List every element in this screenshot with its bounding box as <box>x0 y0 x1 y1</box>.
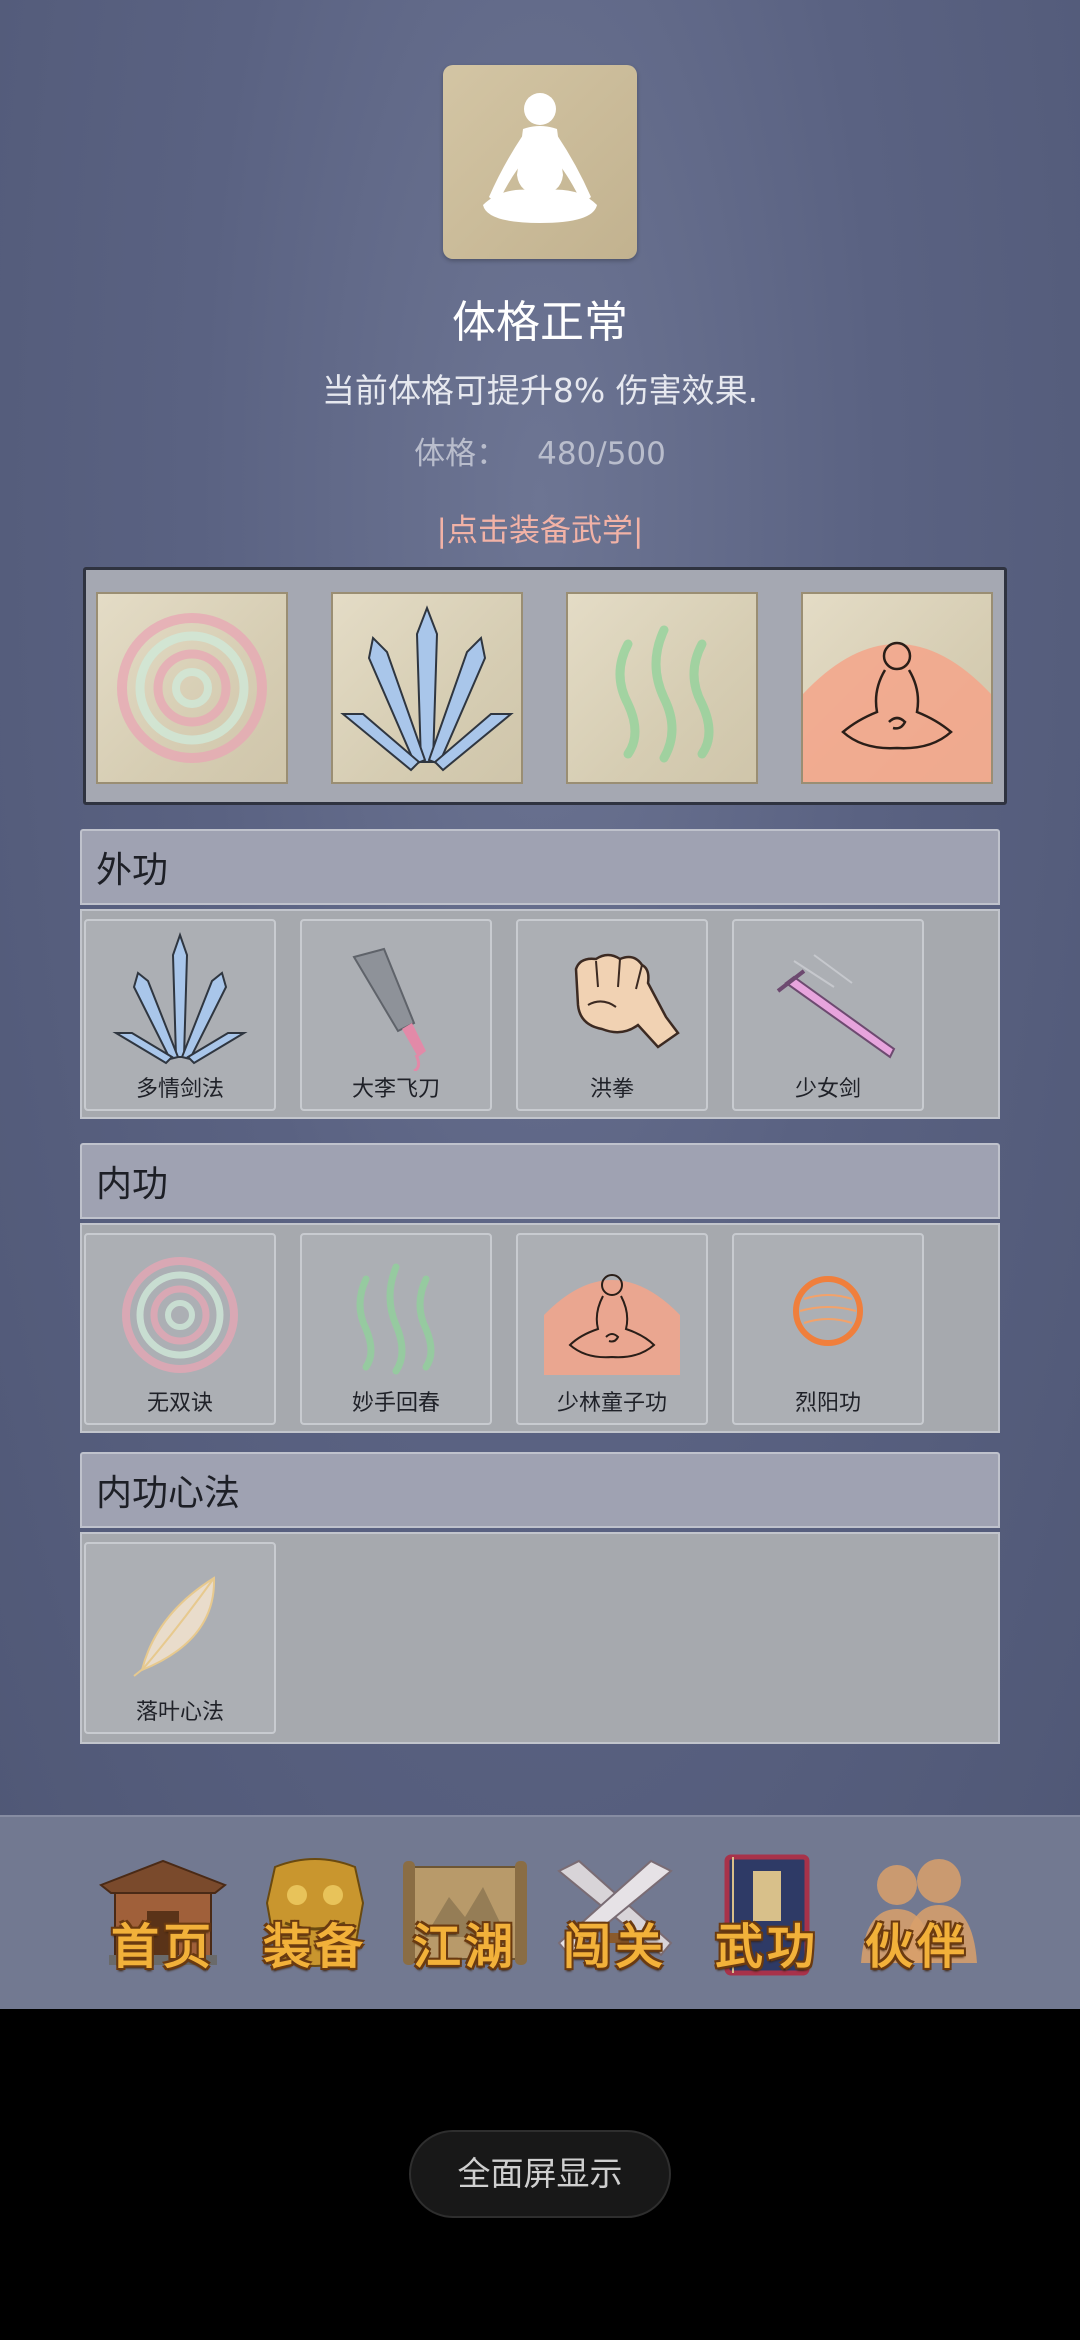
outer-skills-list: 多情剑法 大李飞刀 洪拳 少女剑 <box>80 909 1000 1119</box>
nav-challenge-label: 闯关 <box>562 1919 667 1975</box>
inner-skills-title: 内功 <box>96 1164 169 1205</box>
nav-jianghu[interactable]: 江湖 <box>395 1847 535 1987</box>
flying-knife-icon <box>352 947 426 1071</box>
meditating-monk-icon <box>803 641 991 782</box>
nav-home-label: 首页 <box>110 1919 215 1975</box>
swirl-icon <box>117 613 267 763</box>
equipped-slot-2[interactable] <box>331 592 523 784</box>
skill-label: 少林童子功 <box>556 1391 667 1416</box>
mind-method-header: 内功心法 <box>80 1452 1000 1528</box>
skill-label: 洪拳 <box>589 1077 634 1102</box>
constitution-status-title: 体格正常 <box>452 297 628 348</box>
skill-label: 多情剑法 <box>135 1077 224 1102</box>
nav-equipment-label: 装备 <box>262 1919 367 1975</box>
skill-label: 落叶心法 <box>135 1700 224 1725</box>
skill-card-duoqing-sword[interactable]: 多情剑法 <box>84 919 276 1111</box>
skill-card-lieyang[interactable]: 烈阳功 <box>732 1233 924 1425</box>
green-waves-icon <box>615 625 714 763</box>
skill-label: 无双诀 <box>146 1391 213 1416</box>
skill-card-wushuang[interactable]: 无双诀 <box>84 1233 276 1425</box>
equip-martial-arts-link[interactable]: |点击装备武学| <box>0 505 1080 550</box>
mind-method-title: 内功心法 <box>96 1473 241 1514</box>
fist-icon <box>574 953 680 1049</box>
fullscreen-display-button[interactable]: 全面屏显示 <box>409 2130 671 2218</box>
skill-label: 烈阳功 <box>794 1391 861 1416</box>
skill-card-luoye[interactable]: 落叶心法 <box>84 1542 276 1734</box>
meditating-monk-icon <box>544 1274 680 1375</box>
mind-method-section: 内功心法 落叶心法 <box>80 1452 1000 1744</box>
mind-method-list: 落叶心法 <box>80 1532 1000 1744</box>
green-waves-icon <box>356 1263 435 1375</box>
skill-label: 大李飞刀 <box>351 1077 440 1102</box>
skill-card-miaoshou[interactable]: 妙手回春 <box>300 1233 492 1425</box>
sword-fan-icon <box>340 605 514 772</box>
skill-label: 少女剑 <box>794 1077 861 1102</box>
outer-skills-header: 外功 <box>80 829 1000 905</box>
sword-fan-icon <box>112 931 248 1065</box>
constitution-label: 体格： <box>414 436 508 472</box>
nav-martial-arts[interactable]: 武功 <box>697 1847 837 1987</box>
pink-sword-icon <box>776 954 896 1059</box>
constitution-stat: 体格： 480/500 <box>0 428 1080 473</box>
app-screen: 体格正常 当前体格可提升8% 伤害效果. 体格： 480/500 |点击装备武学| <box>0 0 1080 2009</box>
meditation-avatar[interactable] <box>443 65 637 259</box>
equipped-slot-4[interactable] <box>801 592 993 784</box>
nav-jianghu-label: 江湖 <box>412 1919 517 1975</box>
sun-orb-icon <box>793 1276 863 1346</box>
skill-card-flying-knife[interactable]: 大李飞刀 <box>300 919 492 1111</box>
constitution-value: 480/500 <box>537 436 666 472</box>
bottom-nav: 首页 装备 江湖 闯关 武功 伙伴 <box>0 1815 1080 2009</box>
swirl-icon <box>122 1257 238 1373</box>
equipped-skills-panel <box>83 567 1007 805</box>
meditating-figure-icon <box>483 93 597 223</box>
nav-equipment[interactable]: 装备 <box>245 1847 385 1987</box>
inner-skills-header: 内功 <box>80 1143 1000 1219</box>
skill-card-maiden-sword[interactable]: 少女剑 <box>732 919 924 1111</box>
constitution-effect-text: 当前体格可提升8% 伤害效果. <box>321 371 759 410</box>
skill-card-hong-fist[interactable]: 洪拳 <box>516 919 708 1111</box>
skill-card-shaolin-tongzi[interactable]: 少林童子功 <box>516 1233 708 1425</box>
inner-skills-section: 内功 无双诀 妙手回春 少林童子功 烈阳功 <box>80 1143 1000 1433</box>
leaf-icon <box>133 1576 216 1677</box>
nav-martial-arts-label: 武功 <box>714 1919 819 1975</box>
inner-skills-list: 无双诀 妙手回春 少林童子功 烈阳功 <box>80 1223 1000 1433</box>
equipped-slot-1[interactable] <box>96 592 288 784</box>
nav-companions-label: 伙伴 <box>864 1919 969 1975</box>
equipped-slot-3[interactable] <box>566 592 758 784</box>
nav-companions[interactable]: 伙伴 <box>847 1847 987 1987</box>
nav-challenge[interactable]: 闯关 <box>545 1847 685 1987</box>
skill-label: 妙手回春 <box>351 1391 440 1416</box>
outer-skills-title: 外功 <box>96 850 169 891</box>
nav-home[interactable]: 首页 <box>93 1847 233 1987</box>
outer-skills-section: 外功 多情剑法 大李飞刀 洪拳 少女剑 <box>80 829 1000 1119</box>
